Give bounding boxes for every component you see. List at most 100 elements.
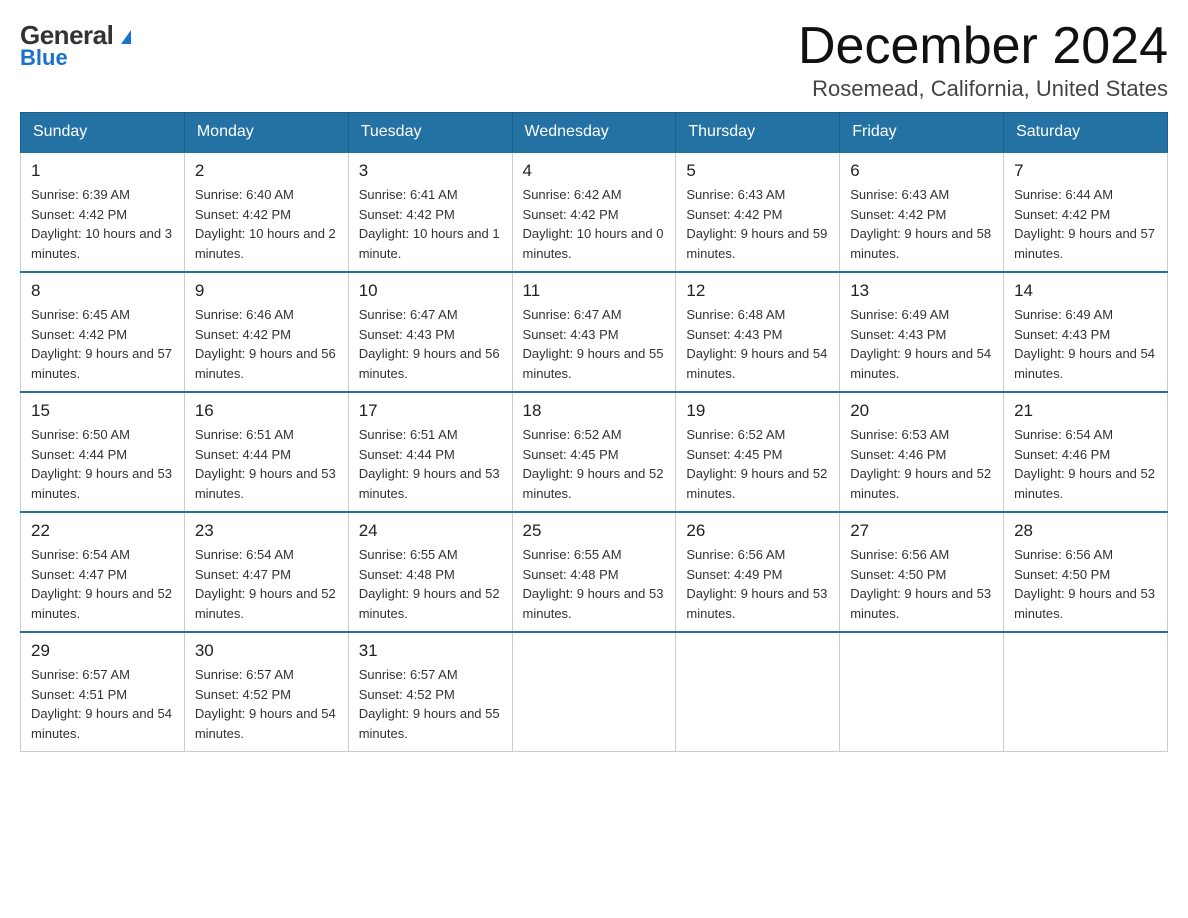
calendar-day-cell: 6 Sunrise: 6:43 AMSunset: 4:42 PMDaylight… [840, 152, 1004, 272]
day-info: Sunrise: 6:39 AMSunset: 4:42 PMDaylight:… [31, 185, 174, 263]
calendar-table: Sunday Monday Tuesday Wednesday Thursday… [20, 112, 1168, 752]
day-info: Sunrise: 6:51 AMSunset: 4:44 PMDaylight:… [359, 425, 502, 503]
calendar-day-cell: 27 Sunrise: 6:56 AMSunset: 4:50 PMDayligh… [840, 512, 1004, 632]
day-number: 10 [359, 281, 502, 301]
calendar-day-cell: 9 Sunrise: 6:46 AMSunset: 4:42 PMDaylight… [184, 272, 348, 392]
day-number: 14 [1014, 281, 1157, 301]
calendar-day-cell: 28 Sunrise: 6:56 AMSunset: 4:50 PMDayligh… [1004, 512, 1168, 632]
day-number: 11 [523, 281, 666, 301]
calendar-day-cell: 30 Sunrise: 6:57 AMSunset: 4:52 PMDayligh… [184, 632, 348, 752]
calendar-day-cell: 1 Sunrise: 6:39 AMSunset: 4:42 PMDaylight… [21, 152, 185, 272]
day-info: Sunrise: 6:54 AMSunset: 4:46 PMDaylight:… [1014, 425, 1157, 503]
calendar-day-cell: 31Sunrise: 6:57 AMSunset: 4:52 PMDayligh… [348, 632, 512, 752]
day-number: 17 [359, 401, 502, 421]
empty-cell [1004, 632, 1168, 752]
day-info: Sunrise: 6:46 AMSunset: 4:42 PMDaylight:… [195, 305, 338, 383]
day-info: Sunrise: 6:55 AMSunset: 4:48 PMDaylight:… [523, 545, 666, 623]
day-info: Sunrise: 6:54 AMSunset: 4:47 PMDaylight:… [195, 545, 338, 623]
day-number: 3 [359, 161, 502, 181]
day-info: Sunrise: 6:43 AMSunset: 4:42 PMDaylight:… [850, 185, 993, 263]
day-info: Sunrise: 6:57 AMSunset: 4:52 PMDaylight:… [359, 665, 502, 743]
calendar-day-cell: 13 Sunrise: 6:49 AMSunset: 4:43 PMDayligh… [840, 272, 1004, 392]
calendar-day-cell: 12Sunrise: 6:48 AMSunset: 4:43 PMDayligh… [676, 272, 840, 392]
calendar-day-cell: 4 Sunrise: 6:42 AMSunset: 4:42 PMDaylight… [512, 152, 676, 272]
day-number: 1 [31, 161, 174, 181]
calendar-day-cell: 15 Sunrise: 6:50 AMSunset: 4:44 PMDayligh… [21, 392, 185, 512]
day-info: Sunrise: 6:55 AMSunset: 4:48 PMDaylight:… [359, 545, 502, 623]
calendar-day-cell: 22 Sunrise: 6:54 AMSunset: 4:47 PMDayligh… [21, 512, 185, 632]
calendar-day-cell: 26Sunrise: 6:56 AMSunset: 4:49 PMDayligh… [676, 512, 840, 632]
day-info: Sunrise: 6:42 AMSunset: 4:42 PMDaylight:… [523, 185, 666, 263]
day-info: Sunrise: 6:49 AMSunset: 4:43 PMDaylight:… [850, 305, 993, 383]
day-number: 23 [195, 521, 338, 541]
calendar-header-row: Sunday Monday Tuesday Wednesday Thursday… [21, 113, 1168, 153]
day-info: Sunrise: 6:56 AMSunset: 4:49 PMDaylight:… [686, 545, 829, 623]
empty-cell [676, 632, 840, 752]
calendar-day-cell: 20Sunrise: 6:53 AMSunset: 4:46 PMDayligh… [840, 392, 1004, 512]
day-number: 13 [850, 281, 993, 301]
day-number: 9 [195, 281, 338, 301]
day-number: 18 [523, 401, 666, 421]
day-info: Sunrise: 6:53 AMSunset: 4:46 PMDaylight:… [850, 425, 993, 503]
day-number: 7 [1014, 161, 1157, 181]
day-number: 4 [523, 161, 666, 181]
calendar-week-row: 8 Sunrise: 6:45 AMSunset: 4:42 PMDaylight… [21, 272, 1168, 392]
location-subtitle: Rosemead, California, United States [798, 76, 1168, 102]
day-number: 29 [31, 641, 174, 661]
day-number: 30 [195, 641, 338, 661]
day-info: Sunrise: 6:47 AMSunset: 4:43 PMDaylight:… [523, 305, 666, 383]
day-number: 28 [1014, 521, 1157, 541]
day-info: Sunrise: 6:40 AMSunset: 4:42 PMDaylight:… [195, 185, 338, 263]
day-number: 19 [686, 401, 829, 421]
day-number: 22 [31, 521, 174, 541]
day-number: 6 [850, 161, 993, 181]
calendar-day-cell: 29 Sunrise: 6:57 AMSunset: 4:51 PMDayligh… [21, 632, 185, 752]
day-info: Sunrise: 6:56 AMSunset: 4:50 PMDaylight:… [850, 545, 993, 623]
logo-blue-text: Blue [20, 45, 68, 71]
calendar-day-cell: 23 Sunrise: 6:54 AMSunset: 4:47 PMDayligh… [184, 512, 348, 632]
empty-cell [512, 632, 676, 752]
day-info: Sunrise: 6:52 AMSunset: 4:45 PMDaylight:… [523, 425, 666, 503]
calendar-week-row: 22 Sunrise: 6:54 AMSunset: 4:47 PMDayligh… [21, 512, 1168, 632]
day-number: 16 [195, 401, 338, 421]
calendar-day-cell: 17 Sunrise: 6:51 AMSunset: 4:44 PMDayligh… [348, 392, 512, 512]
day-info: Sunrise: 6:43 AMSunset: 4:42 PMDaylight:… [686, 185, 829, 263]
calendar-day-cell: 10 Sunrise: 6:47 AMSunset: 4:43 PMDayligh… [348, 272, 512, 392]
day-info: Sunrise: 6:45 AMSunset: 4:42 PMDaylight:… [31, 305, 174, 383]
month-year-title: December 2024 [798, 20, 1168, 72]
day-info: Sunrise: 6:57 AMSunset: 4:51 PMDaylight:… [31, 665, 174, 743]
calendar-week-row: 1 Sunrise: 6:39 AMSunset: 4:42 PMDaylight… [21, 152, 1168, 272]
calendar-day-cell: 8 Sunrise: 6:45 AMSunset: 4:42 PMDaylight… [21, 272, 185, 392]
col-wednesday: Wednesday [512, 113, 676, 153]
day-info: Sunrise: 6:57 AMSunset: 4:52 PMDaylight:… [195, 665, 338, 743]
calendar-day-cell: 3 Sunrise: 6:41 AMSunset: 4:42 PMDaylight… [348, 152, 512, 272]
calendar-day-cell: 11 Sunrise: 6:47 AMSunset: 4:43 PMDayligh… [512, 272, 676, 392]
day-number: 5 [686, 161, 829, 181]
title-block: December 2024 Rosemead, California, Unit… [798, 20, 1168, 102]
day-number: 24 [359, 521, 502, 541]
day-number: 8 [31, 281, 174, 301]
day-info: Sunrise: 6:44 AMSunset: 4:42 PMDaylight:… [1014, 185, 1157, 263]
col-friday: Friday [840, 113, 1004, 153]
day-number: 2 [195, 161, 338, 181]
empty-cell [840, 632, 1004, 752]
day-info: Sunrise: 6:56 AMSunset: 4:50 PMDaylight:… [1014, 545, 1157, 623]
calendar-day-cell: 19Sunrise: 6:52 AMSunset: 4:45 PMDayligh… [676, 392, 840, 512]
calendar-day-cell: 21Sunrise: 6:54 AMSunset: 4:46 PMDayligh… [1004, 392, 1168, 512]
day-number: 12 [686, 281, 829, 301]
day-number: 27 [850, 521, 993, 541]
day-info: Sunrise: 6:54 AMSunset: 4:47 PMDaylight:… [31, 545, 174, 623]
calendar-day-cell: 7 Sunrise: 6:44 AMSunset: 4:42 PMDaylight… [1004, 152, 1168, 272]
calendar-day-cell: 18 Sunrise: 6:52 AMSunset: 4:45 PMDayligh… [512, 392, 676, 512]
day-info: Sunrise: 6:50 AMSunset: 4:44 PMDaylight:… [31, 425, 174, 503]
col-saturday: Saturday [1004, 113, 1168, 153]
col-thursday: Thursday [676, 113, 840, 153]
calendar-week-row: 29 Sunrise: 6:57 AMSunset: 4:51 PMDayligh… [21, 632, 1168, 752]
calendar-day-cell: 25Sunrise: 6:55 AMSunset: 4:48 PMDayligh… [512, 512, 676, 632]
calendar-day-cell: 14Sunrise: 6:49 AMSunset: 4:43 PMDayligh… [1004, 272, 1168, 392]
col-tuesday: Tuesday [348, 113, 512, 153]
day-number: 15 [31, 401, 174, 421]
day-info: Sunrise: 6:41 AMSunset: 4:42 PMDaylight:… [359, 185, 502, 263]
day-info: Sunrise: 6:47 AMSunset: 4:43 PMDaylight:… [359, 305, 502, 383]
calendar-day-cell: 5 Sunrise: 6:43 AMSunset: 4:42 PMDaylight… [676, 152, 840, 272]
